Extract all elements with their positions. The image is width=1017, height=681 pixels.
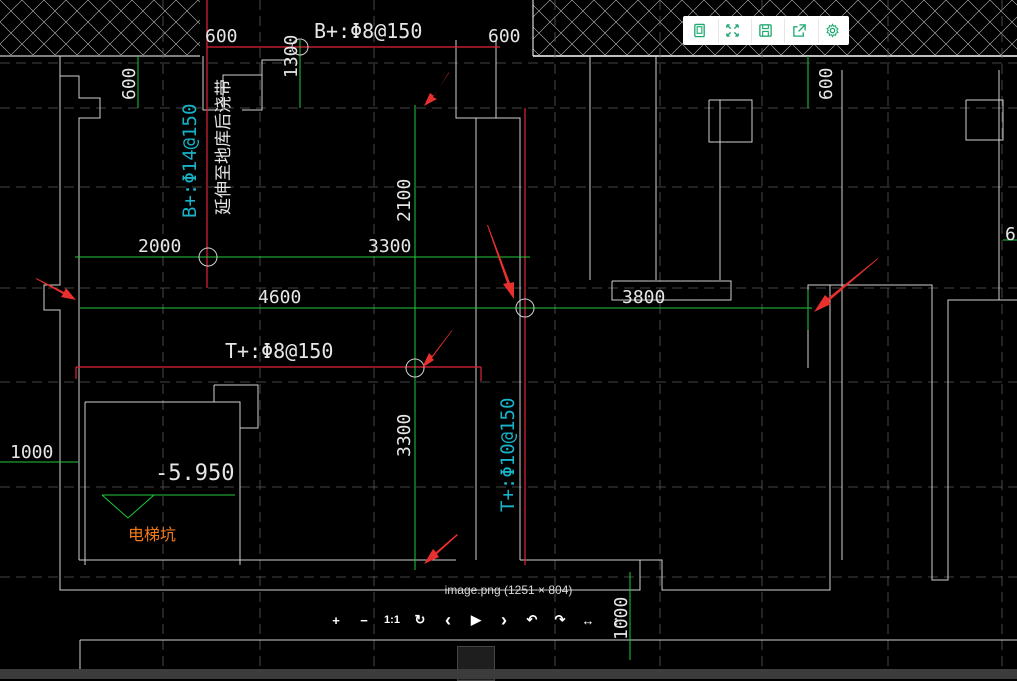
rotate-right-button[interactable]: ↷ — [546, 609, 574, 631]
rebar-label-mid: T+:Φ8@150 — [225, 339, 333, 363]
green-dimension-lines — [0, 40, 1017, 660]
save-icon — [759, 24, 773, 37]
grid-lines — [0, 0, 1017, 679]
viewer-controls: + − 1:1 ↻ ‹ ▶ › ↶ ↷ ↔ ↕ — [322, 608, 630, 632]
dim-3300-vertical: 3300 — [394, 414, 415, 457]
dim-4600: 4600 — [258, 287, 301, 308]
settings-button[interactable] — [817, 18, 847, 43]
dim-600-top-center: 600 — [488, 26, 521, 47]
fit-page-button[interactable] — [685, 19, 713, 43]
share-button[interactable] — [784, 18, 813, 43]
dim-1000-left: 1000 — [10, 442, 53, 463]
flip-horizontal-button[interactable]: ↔ — [574, 609, 602, 631]
pit-label: 电梯坑 — [128, 525, 176, 544]
image-caption: image.png (1251 × 804) — [444, 583, 573, 597]
expand-icon — [726, 24, 739, 37]
fit-page-icon — [693, 23, 705, 38]
dim-2000: 2000 — [138, 236, 181, 257]
image-toolbar — [683, 16, 849, 45]
grid-bubbles — [198, 38, 535, 378]
save-button[interactable] — [750, 18, 780, 43]
dim-600-top-left: 600 — [205, 26, 238, 47]
hatch-region-left — [0, 0, 200, 55]
next-button[interactable]: › — [490, 609, 518, 631]
expand-button[interactable] — [717, 18, 747, 43]
dim-3800: 3800 — [622, 287, 665, 308]
rebar-note-vertical: 延伸至地库后浇带 — [214, 79, 234, 215]
arrow-annotation-5 — [422, 330, 452, 368]
dim-3300-horizontal: 3300 — [368, 236, 411, 257]
prev-button[interactable]: ‹ — [434, 609, 462, 631]
zoom-in-button[interactable]: + — [322, 609, 350, 631]
arrow-annotation-1 — [424, 72, 449, 106]
rebar-label-vertical: B+:Φ14@150 — [179, 104, 201, 218]
arrow-annotation-2 — [36, 278, 76, 300]
share-icon — [793, 24, 806, 37]
dim-600-right: 600 — [816, 67, 837, 100]
dim-6-right: 6 — [1005, 224, 1016, 245]
cad-drawing-canvas: 600 600 2000 3300 4600 3800 1000 6 600 6… — [0, 0, 1017, 679]
settings-icon — [826, 23, 839, 38]
dim-600-left: 600 — [119, 67, 140, 100]
dim-2100: 2100 — [394, 179, 415, 222]
bottom-strip — [0, 669, 1017, 679]
rebar-label-top: B+:Φ8@150 — [314, 19, 422, 43]
dim-1300: 1300 — [281, 35, 302, 78]
elevation-label: -5.950 — [155, 461, 234, 486]
elevation-marker — [101, 494, 235, 519]
flip-vertical-button[interactable]: ↕ — [602, 609, 630, 631]
rotate-button[interactable]: ↻ — [406, 609, 434, 631]
play-button[interactable]: ▶ — [462, 609, 490, 631]
rotate-left-button[interactable]: ↶ — [518, 609, 546, 631]
zoom-out-button[interactable]: − — [350, 609, 378, 631]
actual-size-button[interactable]: 1:1 — [378, 609, 406, 631]
annotation-arrows — [36, 72, 878, 564]
rebar-label-vertical-2: T+:Φ10@150 — [497, 398, 519, 512]
